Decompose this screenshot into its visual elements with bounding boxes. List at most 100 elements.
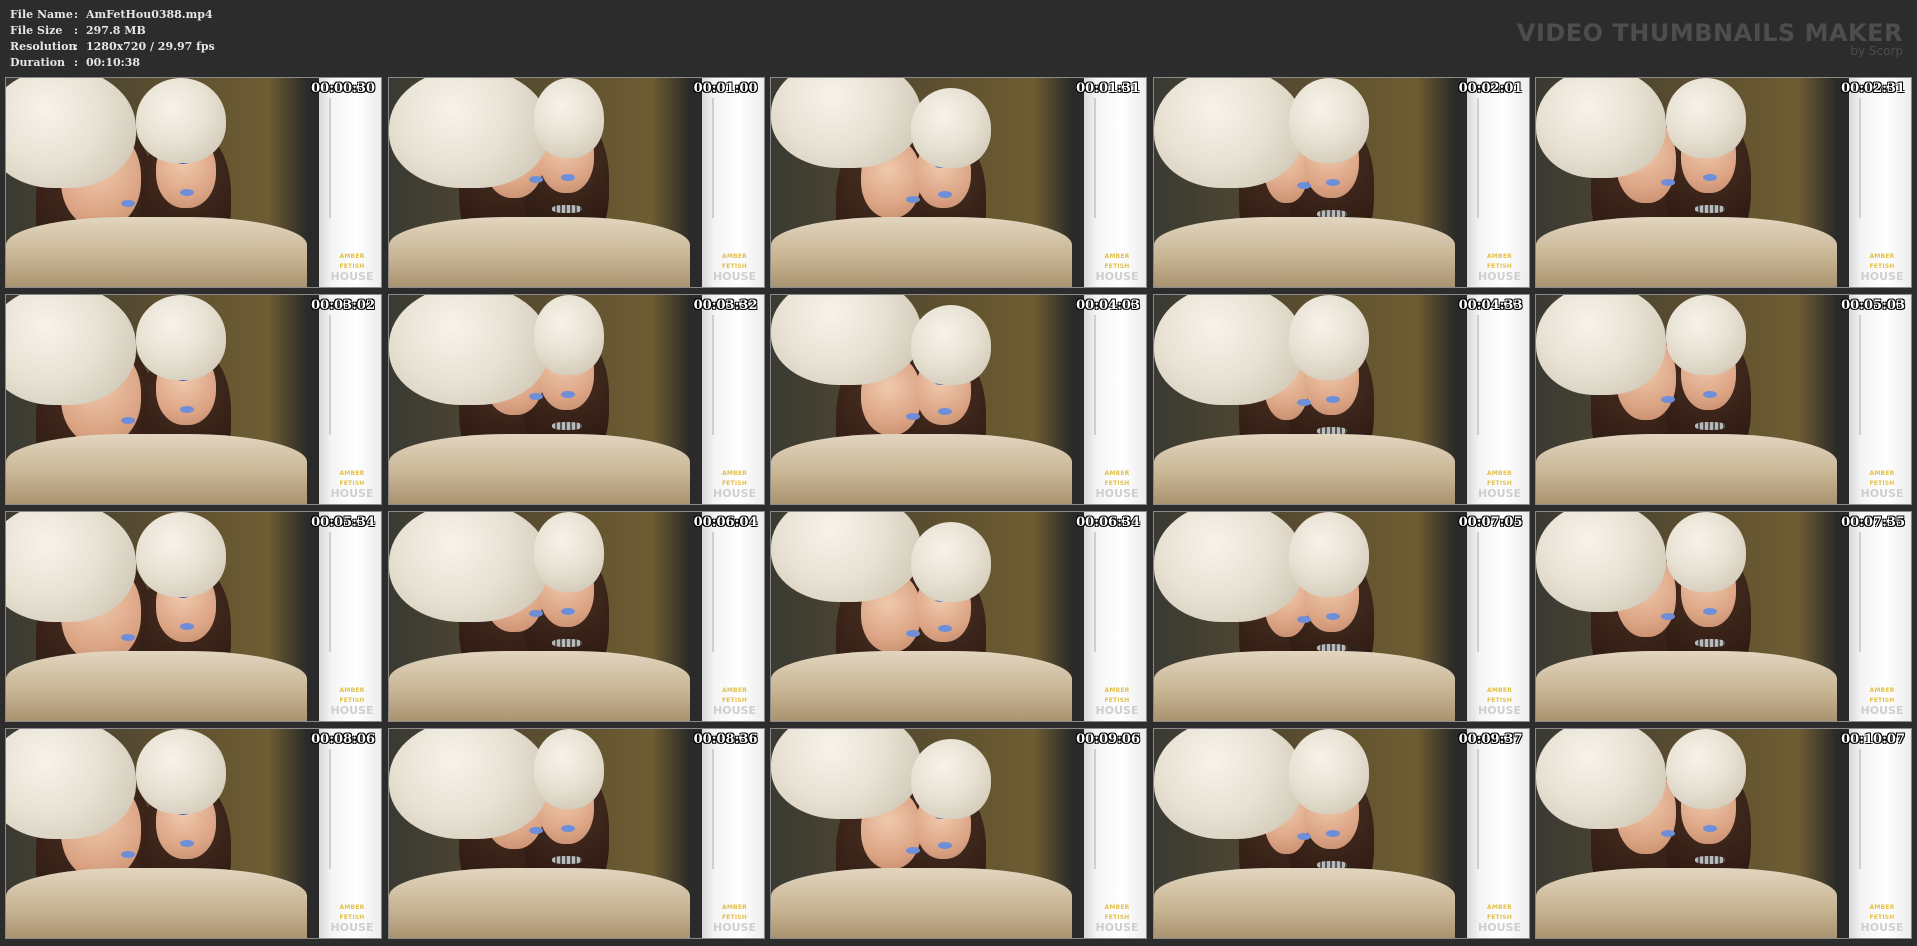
fur-hat-left bbox=[1536, 78, 1666, 178]
door-panel bbox=[329, 315, 371, 435]
studio-watermark: AMBER FETISH HOUSE bbox=[712, 686, 758, 716]
door-panel bbox=[711, 315, 754, 435]
thumbnail-frame[interactable]: 00:00:30 AMBER FETISH HOUSE bbox=[5, 77, 382, 288]
studio-watermark: AMBER FETISH HOUSE bbox=[1859, 469, 1905, 499]
frame-timestamp: 00:06:34 bbox=[1076, 515, 1140, 530]
file-name-label: File Name bbox=[10, 8, 73, 21]
frame-image bbox=[771, 78, 1146, 287]
thumbnail-frame[interactable]: 00:04:33 AMBER FETISH HOUSE bbox=[1152, 294, 1530, 505]
studio-watermark: AMBER FETISH HOUSE bbox=[712, 469, 758, 499]
lips-right-figure bbox=[1325, 396, 1340, 404]
studio-watermark: AMBER FETISH HOUSE bbox=[329, 252, 375, 282]
fur-hat-left bbox=[388, 729, 549, 839]
frame-image bbox=[388, 512, 764, 721]
studio-watermark: AMBER FETISH HOUSE bbox=[1859, 252, 1905, 282]
fur-hat-right bbox=[911, 522, 991, 602]
fur-hat-right bbox=[1288, 295, 1369, 380]
fur-hat-left bbox=[388, 512, 549, 622]
fur-hat-left bbox=[771, 295, 921, 385]
thumbnail-frame[interactable]: 00:10:07 AMBER FETISH HOUSE bbox=[1535, 728, 1912, 939]
studio-watermark: AMBER FETISH HOUSE bbox=[1477, 469, 1523, 499]
thumbnail-frame[interactable]: 00:07:35 AMBER FETISH HOUSE bbox=[1535, 511, 1912, 722]
thumbnail-sheet: File Name : AmFetHou0388.mp4 File Size :… bbox=[0, 0, 1917, 946]
fur-coat bbox=[6, 217, 307, 287]
watermark-bottom-text: HOUSE bbox=[1478, 921, 1521, 934]
thumbnail-frame[interactable]: 00:01:00 AMBER FETISH HOUSE bbox=[387, 77, 765, 288]
fur-hat-right bbox=[533, 78, 604, 158]
frame-image bbox=[1536, 295, 1911, 504]
thumbnail-frame[interactable]: 00:07:05 AMBER FETISH HOUSE bbox=[1152, 511, 1530, 722]
thumbnail-frame[interactable]: 00:03:02 AMBER FETISH HOUSE bbox=[5, 294, 382, 505]
frame-timestamp: 00:04:33 bbox=[1458, 298, 1523, 313]
frame-image bbox=[1536, 78, 1911, 287]
fur-coat bbox=[771, 868, 1072, 938]
door-panel bbox=[1859, 98, 1901, 218]
watermark-top-text: AMBER FETISH bbox=[339, 687, 365, 704]
file-size-row: File Size : 297.8 MB bbox=[10, 23, 215, 39]
watermark-bottom-text: HOUSE bbox=[713, 487, 756, 500]
frame-timestamp: 00:00:30 bbox=[311, 81, 375, 96]
watermark-bottom-text: HOUSE bbox=[330, 487, 374, 500]
frame-timestamp: 00:04:03 bbox=[1076, 298, 1140, 313]
frame-timestamp: 00:01:00 bbox=[693, 81, 758, 96]
thumbnail-frame[interactable]: 00:04:03 AMBER FETISH HOUSE bbox=[770, 294, 1147, 505]
resolution-value: 1280x720 / 29.97 fps bbox=[86, 40, 215, 53]
watermark-top-text: AMBER FETISH bbox=[721, 253, 748, 270]
lips-left-figure bbox=[121, 851, 135, 858]
door-panel bbox=[1476, 532, 1519, 652]
file-info-block: File Name : AmFetHou0388.mp4 File Size :… bbox=[10, 7, 215, 71]
thumbnail-frame[interactable]: 00:03:32 AMBER FETISH HOUSE bbox=[387, 294, 765, 505]
frame-image bbox=[388, 78, 764, 287]
door-panel bbox=[329, 532, 371, 652]
fur-coat bbox=[1153, 217, 1455, 287]
spiked-collar bbox=[552, 639, 583, 647]
frame-image bbox=[1536, 729, 1911, 938]
watermark-top-text: AMBER FETISH bbox=[339, 470, 365, 487]
studio-watermark: AMBER FETISH HOUSE bbox=[1477, 903, 1523, 933]
duration-row: Duration : 00:10:38 bbox=[10, 55, 215, 71]
door-panel bbox=[1859, 315, 1901, 435]
studio-watermark: AMBER FETISH HOUSE bbox=[1859, 686, 1905, 716]
thumbnail-frame[interactable]: 00:08:36 AMBER FETISH HOUSE bbox=[387, 728, 765, 939]
lips-right-figure bbox=[938, 841, 952, 849]
thumbnail-frame[interactable]: 00:05:34 AMBER FETISH HOUSE bbox=[5, 511, 382, 722]
fur-hat-right bbox=[1666, 295, 1746, 375]
fur-coat bbox=[6, 434, 307, 504]
frame-timestamp: 00:03:02 bbox=[311, 298, 375, 313]
fur-hat-right bbox=[136, 512, 226, 597]
door-panel bbox=[711, 98, 754, 218]
file-name-value: AmFetHou0388.mp4 bbox=[86, 8, 213, 21]
thumbnail-frame[interactable]: 00:02:31 AMBER FETISH HOUSE bbox=[1535, 77, 1912, 288]
lips-left-figure bbox=[528, 826, 543, 834]
thumbnail-frame[interactable]: 00:01:31 AMBER FETISH HOUSE bbox=[770, 77, 1147, 288]
watermark-bottom-text: HOUSE bbox=[713, 704, 756, 717]
fur-hat-right bbox=[911, 305, 991, 385]
frame-timestamp: 00:06:04 bbox=[693, 515, 758, 530]
frame-image bbox=[1153, 295, 1529, 504]
sheet-header: File Name : AmFetHou0388.mp4 File Size :… bbox=[0, 0, 1917, 74]
thumbnail-frame[interactable]: 00:08:06 AMBER FETISH HOUSE bbox=[5, 728, 382, 939]
thumbnail-frame[interactable]: 00:06:34 AMBER FETISH HOUSE bbox=[770, 511, 1147, 722]
fur-hat-right bbox=[1288, 729, 1369, 814]
brand-title: VIDEO THUMBNAILS MAKER bbox=[1516, 19, 1903, 47]
spiked-collar bbox=[552, 856, 583, 864]
watermark-top-text: AMBER FETISH bbox=[339, 253, 365, 270]
lips-right-figure bbox=[938, 407, 952, 415]
frame-timestamp: 00:05:34 bbox=[311, 515, 375, 530]
thumbnail-frame[interactable]: 00:05:03 AMBER FETISH HOUSE bbox=[1535, 294, 1912, 505]
thumbnail-frame[interactable]: 00:02:01 AMBER FETISH HOUSE bbox=[1152, 77, 1530, 288]
fur-coat bbox=[6, 868, 307, 938]
frame-image bbox=[1153, 512, 1529, 721]
spiked-collar bbox=[1694, 856, 1725, 864]
thumbnail-frame[interactable]: 00:06:04 AMBER FETISH HOUSE bbox=[387, 511, 765, 722]
frame-image bbox=[1536, 512, 1911, 721]
fur-hat-right bbox=[911, 88, 991, 168]
fur-hat-right bbox=[1666, 78, 1746, 158]
studio-watermark: AMBER FETISH HOUSE bbox=[1094, 686, 1140, 716]
lips-left-figure bbox=[121, 200, 135, 207]
lips-left-figure bbox=[906, 195, 920, 203]
thumbnail-frame[interactable]: 00:09:06 AMBER FETISH HOUSE bbox=[770, 728, 1147, 939]
thumbnail-frame[interactable]: 00:09:37 AMBER FETISH HOUSE bbox=[1152, 728, 1530, 939]
watermark-top-text: AMBER FETISH bbox=[1486, 470, 1513, 487]
frame-image bbox=[771, 729, 1146, 938]
